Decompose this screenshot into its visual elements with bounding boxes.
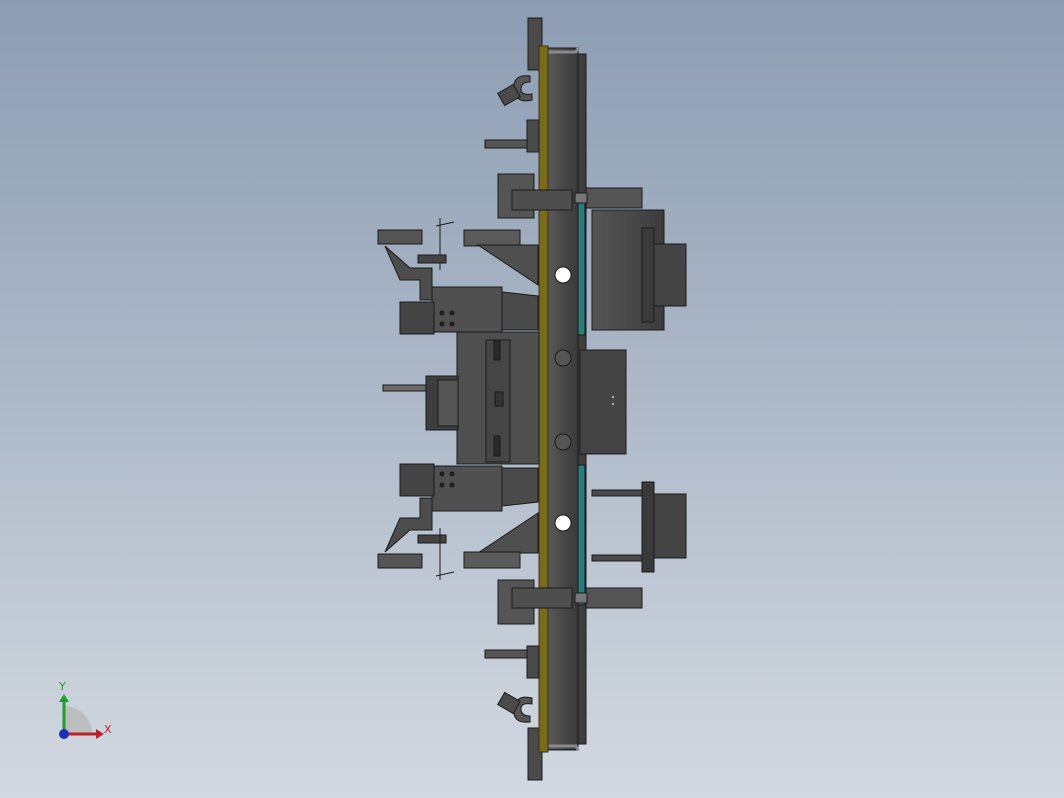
z-axis-dot bbox=[59, 729, 69, 739]
main-beam bbox=[547, 47, 579, 751]
lower-motor-frame-top bbox=[591, 489, 645, 497]
middle-slot-3 bbox=[494, 391, 504, 407]
coordinate-triad: X Y bbox=[58, 680, 112, 739]
x-axis-label: X bbox=[104, 723, 112, 736]
bolt-b3 bbox=[439, 482, 445, 488]
bolt-a2 bbox=[449, 310, 455, 316]
middle-slot-2 bbox=[493, 435, 501, 457]
bolt-a3 bbox=[439, 321, 445, 327]
upper-clamp-plate bbox=[511, 189, 573, 211]
center-box-dot-2 bbox=[612, 403, 614, 405]
bolt-b1 bbox=[439, 471, 445, 477]
upper-clamp-rod-2 bbox=[435, 221, 455, 227]
locating-hole-3 bbox=[554, 433, 572, 451]
center-box-dot-1 bbox=[612, 396, 614, 398]
upper-clamp-base bbox=[399, 301, 435, 335]
upper-wedge bbox=[476, 244, 539, 286]
lower-clamp-base bbox=[399, 463, 435, 497]
upper-clamp-arm bbox=[463, 229, 521, 247]
upper-stop-bracket bbox=[484, 139, 528, 149]
locating-hole-2 bbox=[554, 349, 572, 367]
middle-slot-1 bbox=[493, 339, 501, 361]
bolt-b2 bbox=[449, 471, 455, 477]
teal-strip-lower bbox=[577, 464, 586, 606]
lower-gripper-link bbox=[384, 497, 433, 553]
lower-motor-mount bbox=[641, 481, 655, 573]
bolt-b4 bbox=[449, 482, 455, 488]
upper-gripper-pin bbox=[417, 254, 447, 264]
teal-strip-upper bbox=[577, 194, 586, 336]
locating-hole-4 bbox=[554, 514, 572, 532]
upper-gripper-jaw bbox=[377, 229, 423, 245]
center-control-box bbox=[579, 349, 627, 455]
lower-cylinder-rod bbox=[574, 592, 588, 604]
upper-stop-post bbox=[526, 119, 540, 153]
lower-cylinder bbox=[585, 587, 643, 609]
y-axis-arrow bbox=[59, 694, 69, 702]
upper-cylinder-rod bbox=[574, 192, 588, 204]
lower-clamp-arm bbox=[463, 551, 521, 569]
triad-arc bbox=[64, 706, 92, 734]
lower-gripper-pin bbox=[417, 534, 447, 544]
x-axis-arrow bbox=[96, 729, 104, 739]
upper-motor-mount bbox=[641, 227, 655, 323]
brass-base-plate bbox=[538, 45, 549, 753]
fixture-assembly[interactable] bbox=[377, 17, 687, 781]
lower-motor-cap bbox=[653, 493, 687, 559]
lower-clamp-plate bbox=[511, 587, 573, 609]
lower-clamp-rod-2 bbox=[435, 571, 455, 577]
center-shaft bbox=[382, 384, 428, 392]
upper-cylinder bbox=[585, 187, 643, 209]
lower-wedge bbox=[476, 512, 539, 554]
center-hub-ring bbox=[437, 379, 459, 427]
lower-stop-bracket bbox=[484, 649, 528, 659]
bolt-a4 bbox=[449, 321, 455, 327]
bolt-a1 bbox=[439, 310, 445, 316]
upper-motor-cap bbox=[653, 243, 687, 307]
upper-clamp-taper bbox=[501, 291, 539, 331]
cad-model-viewport[interactable]: X Y bbox=[0, 0, 1064, 798]
y-axis-label: Y bbox=[58, 680, 66, 693]
lower-clamp-taper bbox=[501, 467, 539, 507]
lower-stop-post bbox=[526, 645, 540, 679]
locating-hole-1 bbox=[554, 266, 572, 284]
lower-motor-frame-bottom bbox=[591, 554, 645, 562]
upper-gripper-link bbox=[384, 245, 433, 301]
lower-gripper-jaw bbox=[377, 553, 423, 569]
